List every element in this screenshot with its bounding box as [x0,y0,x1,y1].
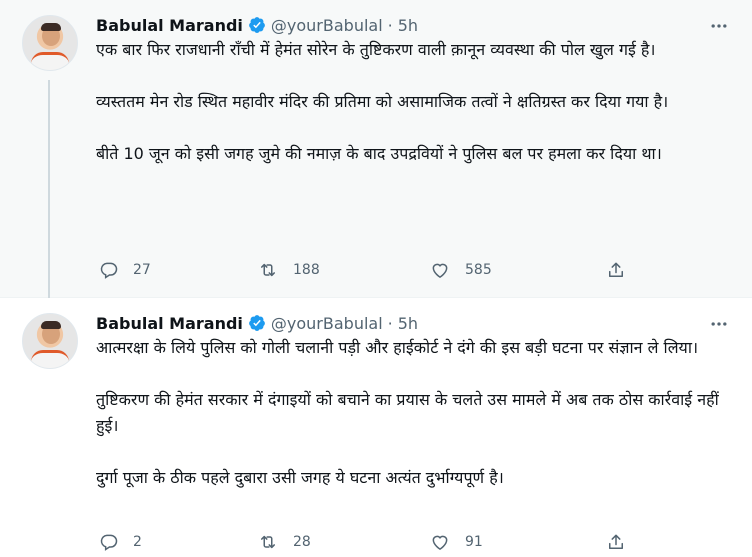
verified-badge-icon [248,16,266,34]
retweet-button[interactable]: 188 [257,259,320,281]
avatar[interactable] [22,15,78,71]
like-icon [429,532,451,552]
thread-connector-line [48,80,50,298]
tweet-1[interactable]: Babulal Marandi @yourBabulal · 5h एक बार… [0,0,752,298]
more-icon[interactable] [708,15,730,37]
like-button[interactable]: 91 [429,531,483,553]
timestamp[interactable]: 5h [398,16,418,35]
avatar-body-shape [31,52,69,70]
reply-count: 27 [133,262,151,278]
avatar-hair-shape [41,23,61,31]
author-name[interactable]: Babulal Marandi [96,314,243,333]
reply-icon [99,260,119,280]
retweet-icon [257,532,279,552]
reply-icon [99,532,119,552]
tweet-text: आत्मरक्षा के लिये पुलिस को गोली चलानी पड… [96,335,726,491]
tweet-thread: Babulal Marandi @yourBabulal · 5h एक बार… [0,0,752,557]
share-icon [606,532,626,552]
tweet-header: Babulal Marandi @yourBabulal · 5h [96,311,418,335]
like-icon [429,260,451,280]
like-count: 91 [465,534,483,550]
avatar-body-shape [31,350,69,368]
share-icon [606,260,626,280]
verified-badge-icon [248,314,266,332]
separator-dot: · [387,313,393,333]
avatar-hair-shape [41,321,61,329]
retweet-count: 188 [293,262,320,278]
share-button[interactable] [606,259,626,281]
reply-count: 2 [133,534,142,550]
avatar[interactable] [22,313,78,369]
tweet-paragraph: बीते 10 जून को इसी जगह जुमे की नमाज़ के … [96,144,662,163]
share-button[interactable] [606,531,626,553]
author-name[interactable]: Babulal Marandi [96,16,243,35]
more-icon[interactable] [708,313,730,335]
tweet-header: Babulal Marandi @yourBabulal · 5h [96,13,418,37]
tweet-paragraph: व्यस्ततम मेन रोड स्थित महावीर मंदिर की प… [96,92,669,111]
tweet-paragraph: तुष्टिकरण की हेमंत सरकार में दंगाइयों को… [96,390,719,435]
retweet-count: 28 [293,534,311,550]
author-handle[interactable]: @yourBabulal [271,314,383,333]
separator-dot: · [387,15,393,35]
tweet-actions: 2 28 91 [96,531,656,553]
tweet-paragraph: दुर्गा पूजा के ठीक पहले दुबारा उसी जगह य… [96,468,504,487]
like-count: 585 [465,262,492,278]
retweet-button[interactable]: 28 [257,531,311,553]
retweet-icon [257,260,279,280]
timestamp[interactable]: 5h [398,314,418,333]
tweet-paragraph: एक बार फिर राजधानी राँची में हेमंत सोरेन… [96,40,656,59]
tweet-2[interactable]: Babulal Marandi @yourBabulal · 5h आत्मरक… [0,298,752,557]
reply-button[interactable]: 2 [99,531,142,553]
tweet-actions: 27 188 585 [96,259,656,281]
author-handle[interactable]: @yourBabulal [271,16,383,35]
tweet-text: एक बार फिर राजधानी राँची में हेमंत सोरेन… [96,37,726,167]
reply-button[interactable]: 27 [99,259,151,281]
like-button[interactable]: 585 [429,259,492,281]
tweet-paragraph: आत्मरक्षा के लिये पुलिस को गोली चलानी पड… [96,338,699,357]
